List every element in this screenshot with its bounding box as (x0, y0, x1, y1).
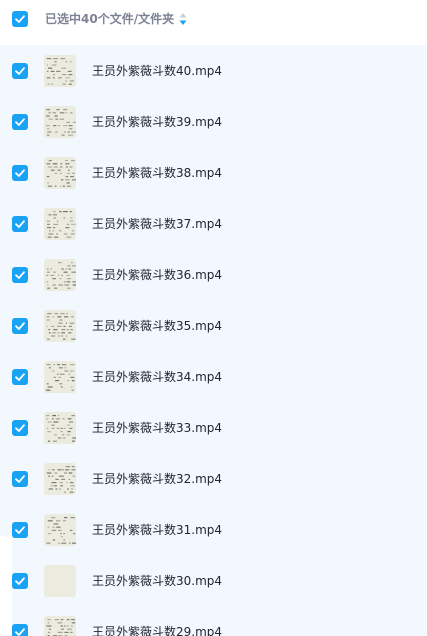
video-thumbnail (44, 259, 76, 291)
file-checkbox[interactable] (12, 573, 28, 589)
file-row[interactable]: 王员外紫薇斗数38.mp4 (0, 147, 427, 198)
file-name: 王员外紫薇斗数36.mp4 (92, 268, 223, 282)
video-thumbnail (44, 616, 76, 636)
file-name: 王员外紫薇斗数34.mp4 (92, 370, 223, 384)
checkmark-icon (15, 169, 25, 177)
sort-toggle-icon[interactable] (178, 12, 188, 26)
file-name: 王员外紫薇斗数35.mp4 (92, 319, 223, 333)
file-name: 王员外紫薇斗数38.mp4 (92, 166, 223, 180)
file-name: 王员外紫薇斗数31.mp4 (92, 523, 223, 537)
selection-count-text: 已选中40个文件/文件夹 (45, 12, 175, 26)
checkmark-icon (15, 322, 25, 330)
checkmark-icon (15, 577, 25, 585)
file-name: 王员外紫薇斗数32.mp4 (92, 472, 223, 486)
file-checkbox[interactable] (12, 114, 28, 130)
checkmark-icon (15, 67, 25, 75)
select-all-checkbox[interactable] (12, 11, 28, 27)
file-row[interactable]: 王员外紫薇斗数29.mp4 (0, 606, 427, 636)
file-name: 王员外紫薇斗数40.mp4 (92, 64, 223, 78)
file-checkbox[interactable] (12, 216, 28, 232)
file-checkbox[interactable] (12, 624, 28, 636)
checkmark-icon (15, 424, 25, 432)
file-checkbox[interactable] (12, 471, 28, 487)
file-checkbox[interactable] (12, 420, 28, 436)
checkmark-icon (15, 220, 25, 228)
file-row[interactable]: 王员外紫薇斗数39.mp4 (0, 96, 427, 147)
file-row[interactable]: 王员外紫薇斗数37.mp4 (0, 198, 427, 249)
file-row[interactable]: 王员外紫薇斗数31.mp4 (0, 504, 427, 555)
file-row[interactable]: 王员外紫薇斗数35.mp4 (0, 300, 427, 351)
checkmark-icon (15, 475, 25, 483)
video-thumbnail (44, 208, 76, 240)
video-thumbnail (44, 412, 76, 444)
file-name: 王员外紫薇斗数30.mp4 (92, 574, 223, 588)
checkmark-icon (15, 373, 25, 381)
file-checkbox[interactable] (12, 267, 28, 283)
checkmark-icon (15, 15, 25, 23)
video-thumbnail (44, 514, 76, 546)
video-thumbnail (44, 565, 76, 597)
file-checkbox[interactable] (12, 63, 28, 79)
file-checkbox[interactable] (12, 318, 28, 334)
file-list: 王员外紫薇斗数40.mp4 王员外紫薇斗数39.mp4 王员外紫薇斗数38.mp4 王… (0, 45, 427, 636)
file-row[interactable]: 王员外紫薇斗数30.mp4 (0, 555, 427, 606)
checkmark-icon (15, 628, 25, 636)
file-name: 王员外紫薇斗数39.mp4 (92, 115, 223, 129)
file-name: 王员外紫薇斗数29.mp4 (92, 625, 223, 636)
video-thumbnail (44, 310, 76, 342)
file-row[interactable]: 王员外紫薇斗数33.mp4 (0, 402, 427, 453)
checkmark-icon (15, 271, 25, 279)
file-row[interactable]: 王员外紫薇斗数34.mp4 (0, 351, 427, 402)
panel-edge (0, 536, 12, 636)
selection-header: 已选中40个文件/文件夹 (0, 0, 427, 40)
file-checkbox[interactable] (12, 165, 28, 181)
file-name: 王员外紫薇斗数33.mp4 (92, 421, 223, 435)
file-row[interactable]: 王员外紫薇斗数32.mp4 (0, 453, 427, 504)
video-thumbnail (44, 361, 76, 393)
file-row[interactable]: 王员外紫薇斗数36.mp4 (0, 249, 427, 300)
checkmark-icon (15, 526, 25, 534)
video-thumbnail (44, 463, 76, 495)
file-name: 王员外紫薇斗数37.mp4 (92, 217, 223, 231)
checkmark-icon (15, 118, 25, 126)
file-checkbox[interactable] (12, 522, 28, 538)
file-checkbox[interactable] (12, 369, 28, 385)
video-thumbnail (44, 55, 76, 87)
video-thumbnail (44, 106, 76, 138)
video-thumbnail (44, 157, 76, 189)
file-row[interactable]: 王员外紫薇斗数40.mp4 (0, 45, 427, 96)
